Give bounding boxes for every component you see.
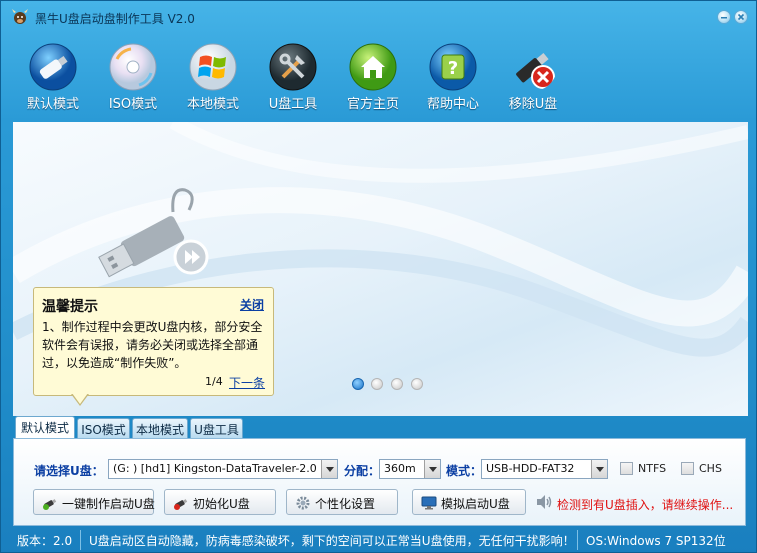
tab-usb-tools[interactable]: U盘工具 <box>190 418 243 438</box>
toolbar-remove-usb-label: 移除U盘 <box>508 97 558 112</box>
speaker-icon <box>537 495 552 509</box>
banner-usb-plug-icon <box>98 188 209 278</box>
bull-logo-icon <box>12 9 28 24</box>
help-icon: ? <box>429 43 477 91</box>
tip-close-link[interactable]: 关闭 <box>240 296 264 313</box>
iso-disc-icon <box>109 43 157 91</box>
mode-select-value: USB-HDD-FAT32 <box>486 462 575 475</box>
usb-select-value: (G: ) [hd1] Kingston-DataTraveler-2.0 7g <box>113 462 335 475</box>
chevron-down-icon[interactable] <box>424 460 440 478</box>
close-icon <box>737 13 745 21</box>
alloc-label: 分配： <box>344 464 381 478</box>
simulate-boot-label: 模拟启动U盘 <box>441 497 510 511</box>
minimize-icon <box>721 17 727 19</box>
format-usb-icon <box>174 499 188 510</box>
toolbar-iso-mode-label: ISO模式 <box>108 97 158 112</box>
make-bootable-button[interactable]: 一键制作启动U盘 <box>33 489 155 515</box>
mode-select[interactable]: USB-HDD-FAT32 <box>481 459 608 479</box>
status-version: 版本：2.0 <box>17 530 81 550</box>
make-bootable-label: 一键制作启动U盘 <box>62 497 155 511</box>
tip-next-link[interactable]: 下一条 <box>229 374 265 391</box>
default-mode-panel: 请选择U盘： (G: ) [hd1] Kingston-DataTraveler… <box>13 438 746 526</box>
chevron-down-icon[interactable] <box>321 460 337 478</box>
alloc-select[interactable]: 360m <box>379 459 441 479</box>
status-os: OS:Windows 7 SP132位 <box>586 534 726 548</box>
toolbar-local-mode[interactable]: 本地模式 <box>178 39 248 115</box>
settings-gear-icon <box>296 496 310 510</box>
settings-label: 个性化设置 <box>315 497 376 511</box>
slide-dot-4[interactable] <box>411 378 423 390</box>
toolbar-iso-mode[interactable]: ISO模式 <box>98 39 168 115</box>
tab-local-mode[interactable]: 本地模式 <box>132 418 188 438</box>
svg-text:?: ? <box>448 58 458 79</box>
window-title: 黑牛U盘启动盘制作工具 V2.0 <box>35 12 195 26</box>
remove-usb-icon <box>516 53 555 89</box>
select-usb-label: 请选择U盘： <box>34 464 104 478</box>
alloc-select-value: 360m <box>384 462 416 475</box>
chevron-down-icon[interactable] <box>591 460 607 478</box>
settings-button[interactable]: 个性化设置 <box>286 489 398 515</box>
toolbar-remove-usb[interactable]: 移除U盘 <box>498 39 568 115</box>
tip-pointer-inner <box>72 393 88 404</box>
tip-body: 1、制作过程中会更改U盘内核，部分安全软件会有误报，请务必关闭或选择全部通过，以… <box>42 320 263 370</box>
simulate-boot-button[interactable]: 模拟启动U盘 <box>412 489 526 515</box>
chs-checkbox[interactable] <box>681 462 694 475</box>
toolbar-help-center[interactable]: ? 帮助中心 <box>418 39 488 115</box>
tab-iso-mode[interactable]: ISO模式 <box>77 418 130 438</box>
status-notice: U盘启动区自动隐藏，防病毒感染破坏，剩下的空间可以正常当U盘使用，无任何干扰影响… <box>85 530 578 550</box>
toolbar-homepage[interactable]: 官方主页 <box>338 39 408 115</box>
tools-icon <box>269 43 317 91</box>
format-usb-button[interactable]: 初始化U盘 <box>164 489 276 515</box>
toolbar-usb-tools-label: U盘工具 <box>268 97 318 112</box>
tab-default-mode[interactable]: 默认模式 <box>15 416 75 438</box>
toolbar-homepage-label: 官方主页 <box>346 97 399 112</box>
tip-popup: 温馨提示 关闭 1、制作过程中会更改U盘内核，部分安全软件会有误报，请务必关闭或… <box>33 287 274 396</box>
toolbar-usb-tools[interactable]: U盘工具 <box>258 39 328 115</box>
slide-dot-2[interactable] <box>371 378 383 390</box>
promo-banner: 温馨提示 关闭 1、制作过程中会更改U盘内核，部分安全软件会有误报，请务必关闭或… <box>13 122 748 416</box>
status-bar: 版本：2.0 U盘启动区自动隐藏，防病毒感染破坏，剩下的空间可以正常当U盘使用，… <box>13 530 746 550</box>
ntfs-checkbox[interactable] <box>620 462 633 475</box>
toolbar-local-mode-label: 本地模式 <box>186 97 239 112</box>
minimize-button[interactable] <box>717 10 731 24</box>
slide-dot-3[interactable] <box>391 378 403 390</box>
windows-logo-icon <box>189 43 237 91</box>
app-window: 黑牛U盘启动盘制作工具 V2.0 默认模式 ISO模式 本地模式 U盘工具 官方… <box>0 0 757 553</box>
status-message: 检测到有U盘插入，请继续操作... <box>557 498 734 512</box>
format-usb-label: 初始化U盘 <box>193 497 250 511</box>
close-button[interactable] <box>734 10 748 24</box>
ntfs-label: NTFS <box>638 462 667 475</box>
toolbar-help-center-label: 帮助中心 <box>426 97 479 112</box>
mode-label: 模式： <box>446 464 483 478</box>
monitor-icon <box>421 496 437 510</box>
title-bar[interactable]: 黑牛U盘启动盘制作工具 V2.0 <box>1 1 757 33</box>
slide-dot-1[interactable] <box>352 378 364 390</box>
toolbar-default-mode[interactable]: 默认模式 <box>18 39 88 115</box>
home-icon <box>349 43 397 91</box>
make-bootable-icon <box>43 499 57 510</box>
usb-select[interactable]: (G: ) [hd1] Kingston-DataTraveler-2.0 7g <box>108 459 338 479</box>
usb-drive-icon <box>29 43 77 91</box>
main-toolbar: 默认模式 ISO模式 本地模式 U盘工具 官方主页 ? 帮助中心 移除U盘 <box>1 39 757 121</box>
tip-title: 温馨提示 <box>42 299 98 315</box>
tip-page-indicator: 1/4 <box>205 375 223 388</box>
toolbar-default-mode-label: 默认模式 <box>26 97 79 112</box>
chs-label: CHS <box>699 462 722 475</box>
